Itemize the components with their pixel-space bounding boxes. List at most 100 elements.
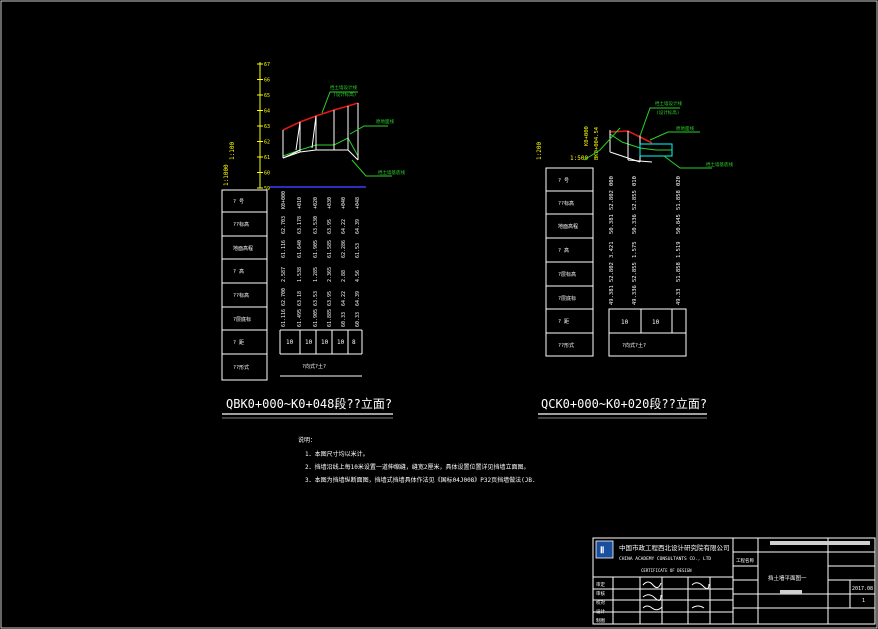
note-line-3: 3．本图为挡墙纵断面图，挡墙式挡墙具体作法见《国标04J008》P32页挡墙做法…: [305, 476, 536, 484]
drawing-name-bar: [780, 590, 802, 594]
cell-value: 61.53: [355, 243, 361, 258]
cell-value: 63.18: [297, 291, 303, 306]
ruler-tick-label: 66: [264, 78, 270, 84]
cell-value: 49.336: [632, 285, 638, 305]
company-name-cn: 中国市政工程西北设计研究院有限公司: [619, 543, 730, 552]
cell-value: 2.587: [281, 267, 287, 282]
drawing-frame: [0, 0, 878, 629]
cell-value: 62.703: [281, 216, 287, 234]
cell-value: 000: [609, 176, 615, 186]
right-spacing-row: 10 10: [621, 319, 660, 326]
cell-value: 1.538: [297, 267, 303, 282]
spacing-value: 10: [286, 339, 294, 346]
right-side-label-2: BK0+004.54: [594, 126, 600, 160]
right-annot-design-elev: (设计标高): [656, 109, 679, 116]
row-header: ?层标高: [558, 271, 576, 278]
left-annot-design-elev: (设计标高): [333, 91, 356, 98]
cell-value: 62.700: [281, 288, 287, 306]
cell-value: 010: [632, 176, 638, 186]
project-label: 工程名称: [736, 557, 754, 564]
row-header: ?层底标: [233, 316, 251, 323]
cell-value: 61.905: [313, 240, 319, 258]
spacing-value: 10: [652, 319, 660, 326]
spacing-value: 10: [321, 339, 329, 346]
cell-value: 64.22: [341, 291, 347, 306]
cell-value: 51.858: [676, 262, 682, 282]
cell-value: +040: [341, 197, 347, 209]
cell-value: 1.285: [313, 267, 319, 282]
ruler-tick-label: 62: [264, 140, 270, 146]
cell-value: 61.116: [281, 309, 287, 327]
cad-drawing-canvas: 676665646362616059 1:100 1:1000 挡土墙设计线 (…: [0, 0, 878, 629]
right-row-headers: ? 号 ??标高地面高程 ? 高 ?层标高 ?层底标 ? 距 ??形式: [558, 178, 578, 349]
cell-value: 63.95: [327, 291, 333, 306]
left-scale-horizontal: 1:1000: [223, 164, 230, 186]
ruler-tick-label: 67: [264, 62, 270, 68]
spacing-value: 10: [305, 339, 313, 346]
right-annot-base: 挡土墙基底线: [706, 161, 733, 168]
ruler-tick-label: 60: [264, 171, 270, 177]
title-bar: [770, 541, 870, 545]
left-spacing-row: 10 10 10 10 8: [286, 339, 356, 346]
cell-value: +010: [297, 197, 303, 209]
cell-value: 61.116: [281, 240, 287, 258]
role-label: 审定: [596, 581, 605, 588]
left-annot-ground: 原地面线: [376, 118, 394, 125]
cell-value: 1.575: [632, 241, 638, 258]
cell-value: 61.640: [297, 240, 303, 258]
left-wall-type: ?向式?土?: [302, 363, 326, 370]
notes-heading: 说明：: [298, 436, 316, 444]
cell-value: 64.22: [341, 219, 347, 234]
right-data-table: [545, 167, 687, 357]
cell-value: 4.56: [355, 270, 361, 282]
left-data-table: [221, 189, 363, 381]
spacing-value: 10: [337, 339, 345, 346]
right-side-label: K0+000: [584, 126, 590, 146]
cell-value: 63.530: [313, 216, 319, 234]
right-ground-line: [609, 133, 672, 151]
cell-value: 60.33: [355, 312, 361, 327]
row-header: 地面高程: [558, 223, 578, 230]
left-annot-design-line: 挡土墙设计线: [330, 84, 357, 91]
cell-value: 64.39: [355, 291, 361, 306]
row-header: ??标高: [233, 221, 249, 228]
cell-value: +020: [313, 197, 319, 209]
ruler-tick-label: 63: [264, 124, 270, 130]
row-header: ? 高: [558, 247, 569, 254]
left-leaders: [321, 91, 392, 177]
cell-value: 62.286: [341, 240, 347, 258]
row-header: ? 高: [233, 268, 244, 275]
cell-value: 61.495: [297, 309, 303, 327]
row-header: ? 距: [233, 340, 244, 346]
cell-value: 50.381: [609, 214, 615, 234]
cell-value: 52.802: [609, 190, 615, 210]
cell-value: 2.365: [327, 267, 333, 282]
left-title: QBK0+000~K0+048段??立面?: [226, 396, 392, 411]
cell-value: +048: [355, 197, 361, 209]
note-line-2: 2．挡墙沿线上每10米设置一道伸缩缝，缝宽2厘米，具体设置位置详见挡墙立面图。: [305, 463, 529, 471]
cell-value: 61.585: [327, 240, 333, 258]
cell-value: 49.33: [676, 288, 682, 305]
cell-value: 64.39: [355, 219, 361, 234]
cell-value: 63.95: [327, 219, 333, 234]
left-ruler-ticks: 676665646362616059: [257, 62, 270, 192]
right-wall-type: ?向式?土?: [622, 342, 646, 349]
title-block-roles: 审定审核校对设计制图: [596, 581, 605, 624]
certificate-text: CERTIFICATE OF DESIGN: [641, 568, 692, 573]
cell-value: 61.885: [327, 309, 333, 327]
cell-value: 50.845: [676, 214, 682, 234]
cell-value: 52.855: [632, 262, 638, 282]
ruler-tick-label: 64: [264, 109, 270, 115]
left-design-line: [282, 102, 359, 131]
spacing-value: 10: [621, 319, 629, 326]
drawing-name: 挡土墙平面图一: [768, 574, 807, 582]
cell-value: 2.88: [341, 270, 347, 282]
right-elevation-profile: 1:200 1:500 K0+000 BK0+004.54 挡土墙设计线 (设计…: [536, 100, 733, 419]
role-label: 校对: [596, 599, 605, 606]
row-header: ? 号: [558, 178, 569, 184]
right-annot-design-line: 挡土墙设计线: [655, 100, 682, 107]
cell-value: 61.905: [313, 309, 319, 327]
logo-mark-icon: Ⅱ: [600, 545, 604, 556]
cell-value: 52.802: [609, 262, 615, 282]
right-scale-vertical: 1:200: [536, 142, 543, 160]
